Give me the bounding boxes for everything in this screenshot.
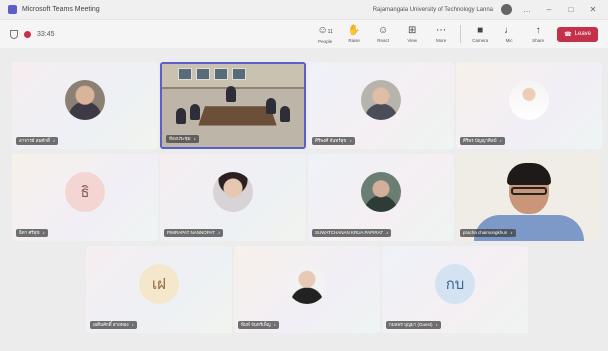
mic-icon: ♪ bbox=[435, 322, 438, 327]
mic-icon: ♪ bbox=[499, 138, 502, 143]
participant-tile[interactable]: อาจารย์ สมศักดิ์ ♪ bbox=[12, 62, 158, 149]
toolbar-divider bbox=[460, 25, 462, 43]
participant-video bbox=[456, 154, 602, 241]
react-icon: ☺ bbox=[378, 25, 389, 36]
react-button[interactable]: ☺ React bbox=[373, 25, 393, 43]
raise-hand-icon: ✋ bbox=[347, 25, 361, 36]
participant-photo bbox=[361, 172, 401, 213]
title-bar: Microsoft Teams Meeting Rajamangala Univ… bbox=[0, 0, 608, 20]
mic-button[interactable]: ♩ Mic bbox=[499, 25, 519, 43]
more-window-button[interactable]: … bbox=[520, 5, 534, 14]
mic-icon: ♪ bbox=[131, 322, 134, 327]
participant-name-tag: SUWATCHANAN KRUA PAPIRAT ♪ bbox=[312, 229, 392, 237]
participant-name-tag: ธิดา ศรีสุข ♪ bbox=[16, 229, 48, 237]
participant-name-tag: เผดิมศักดิ์ สายทอง ♪ bbox=[90, 321, 137, 329]
participant-initials: เฝ bbox=[139, 264, 179, 305]
participant-name-tag: อาจารย์ สมศักดิ์ ♪ bbox=[16, 137, 59, 145]
participant-tile[interactable]: ศิริพงศ์ จันทร์สุข ♪ bbox=[308, 62, 454, 149]
participant-tile[interactable]: ศิริพร ปัญญาศิลป์ ♪ bbox=[456, 62, 602, 149]
leave-button[interactable]: ☎ Leave bbox=[557, 26, 598, 42]
participant-initials: ธิ bbox=[65, 172, 105, 213]
maximize-button[interactable]: □ bbox=[564, 5, 578, 14]
more-button[interactable]: ⋯ More bbox=[431, 25, 451, 43]
camera-button[interactable]: ■ Camera bbox=[470, 25, 490, 43]
view-icon: ⊞ bbox=[407, 25, 417, 36]
participant-name-tag: พิมพ์ จันทร์เพ็ญ ♪ bbox=[238, 321, 279, 329]
participant-photo bbox=[361, 80, 401, 121]
people-button[interactable]: ☺11 People bbox=[315, 25, 335, 44]
mic-icon: ♪ bbox=[42, 230, 45, 235]
teams-logo-icon bbox=[8, 5, 17, 14]
meeting-toolbar: 33:45 ☺11 People ✋ Raise ☺ React ⊞ View … bbox=[0, 20, 608, 48]
participant-tile[interactable]: เฝ เผดิมศักดิ์ สายทอง ♪ bbox=[86, 246, 232, 333]
close-button[interactable]: ✕ bbox=[586, 5, 600, 14]
participant-tile[interactable]: กบ กมลพร บุญมา (Guest) ♪ bbox=[382, 246, 528, 333]
mic-icon: ♪ bbox=[349, 138, 352, 143]
participant-photo bbox=[287, 264, 327, 305]
mic-icon: ♪ bbox=[510, 230, 513, 235]
participant-name-tag: ศิริพร ปัญญาศิลป์ ♪ bbox=[460, 137, 505, 145]
mic-icon: ♪ bbox=[193, 136, 196, 141]
participant-photo bbox=[65, 80, 105, 121]
recording-icon bbox=[24, 30, 31, 38]
participant-tile[interactable]: พิมพ์ จันทร์เพ็ญ ♪ bbox=[234, 246, 380, 333]
more-icon: ⋯ bbox=[436, 25, 447, 36]
view-button[interactable]: ⊞ View bbox=[402, 25, 422, 43]
shield-icon bbox=[10, 29, 18, 39]
participant-name-tag: ศิริพงศ์ จันทร์สุข ♪ bbox=[312, 137, 355, 145]
raise-hand-button[interactable]: ✋ Raise bbox=[344, 25, 364, 43]
participant-tile[interactable]: ธิ ธิดา ศรีสุข ♪ bbox=[12, 154, 158, 241]
participant-tile-video[interactable]: pracha chaimongkhun ♪ bbox=[456, 154, 602, 241]
participant-tile[interactable]: PIMRAPAT NANNOPAT ♪ bbox=[160, 154, 306, 241]
participant-tile[interactable]: SUWATCHANAN KRUA PAPIRAT ♪ bbox=[308, 154, 454, 241]
participant-name-tag: กมลพร บุญมา (Guest) ♪ bbox=[386, 321, 441, 329]
participant-initials: กบ bbox=[435, 264, 475, 305]
participant-tile-active-video[interactable]: ห้องประชุม ♪ bbox=[160, 62, 306, 149]
mic-icon: ♪ bbox=[273, 322, 276, 327]
window-title: Microsoft Teams Meeting bbox=[22, 6, 100, 13]
minimize-button[interactable]: – bbox=[542, 5, 556, 14]
camera-icon: ■ bbox=[477, 25, 484, 36]
avatar[interactable] bbox=[501, 4, 512, 15]
share-button[interactable]: ↑ Share bbox=[528, 25, 548, 43]
participant-name-tag: PIMRAPAT NANNOPAT ♪ bbox=[164, 229, 224, 237]
share-icon: ↑ bbox=[535, 25, 541, 36]
mic-icon: ♪ bbox=[217, 230, 221, 235]
mic-icon: ♪ bbox=[386, 230, 389, 235]
participant-photo bbox=[509, 80, 549, 121]
participant-name-tag: ห้องประชุม ♪ bbox=[166, 135, 199, 143]
meeting-timer: 33:45 bbox=[37, 30, 55, 38]
mic-icon: ♩ bbox=[504, 25, 515, 36]
participant-photo bbox=[213, 172, 253, 213]
participant-name-tag: pracha chaimongkhun ♪ bbox=[460, 229, 516, 237]
phone-icon: ☎ bbox=[564, 31, 572, 38]
org-name: Rajamangala University of Technology Lan… bbox=[372, 6, 493, 13]
people-icon: ☺11 bbox=[317, 24, 333, 36]
mic-icon: ♪ bbox=[52, 138, 56, 143]
